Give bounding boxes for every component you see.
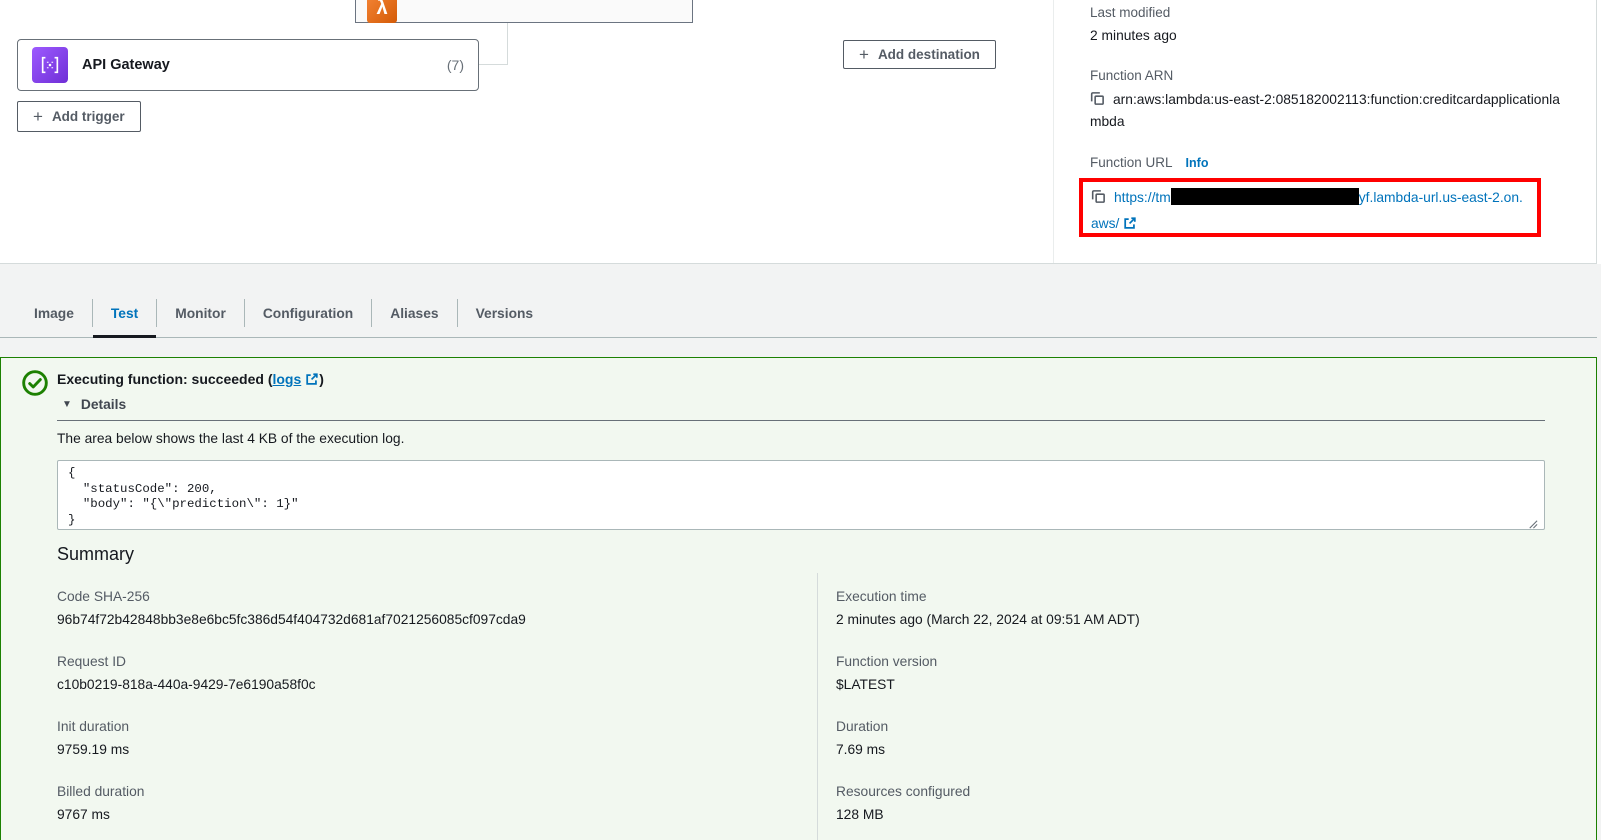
summary-column-divider [817,573,818,840]
field-init-duration: Init duration 9759.19 ms [57,717,757,760]
field-execution-time: Execution time 2 minutes ago (March 22, … [836,587,1536,630]
tab-aliases[interactable]: Aliases [372,289,456,337]
log-description: The area below shows the last 4 KB of th… [57,431,404,446]
function-url-label: Function URL [1090,153,1173,172]
field-value: 7.69 ms [836,740,1536,760]
add-trigger-button[interactable]: + Add trigger [17,101,141,132]
field-value: $LATEST [836,675,1536,695]
tab-configuration[interactable]: Configuration [245,289,371,337]
function-overview-card: λ creditcardapplicationlambda API Gatewa… [0,0,1597,264]
summary-right-column: Execution time 2 minutes ago (March 22, … [836,587,1536,840]
info-link[interactable]: Info [1186,156,1209,170]
field-function-version: Function version $LATEST [836,652,1536,695]
trigger-card-label: API Gateway [82,57,170,73]
flow-connector-vertical [507,23,508,65]
add-destination-button[interactable]: + Add destination [843,40,996,69]
field-label: Duration [836,717,1536,737]
field-value: 128 MB [836,805,1536,825]
active-tab-underline [93,335,156,338]
details-expander[interactable]: ▼ Details [62,397,126,412]
function-arn-row: arn:aws:lambda:us-east-2:085182002113:fu… [1090,89,1566,133]
field-label: Init duration [57,717,757,737]
field-code-sha256: Code SHA-256 96b74f72b42848bb3e8e6bc5fc3… [57,587,757,630]
success-check-icon [21,369,49,402]
flow-connector-horizontal [479,64,508,65]
tab-versions[interactable]: Versions [458,289,552,337]
tab-monitor[interactable]: Monitor [157,289,244,337]
field-label: Request ID [57,652,757,672]
summary-heading: Summary [57,544,134,565]
copy-url-icon[interactable] [1091,189,1106,207]
plus-icon: + [33,108,43,125]
summary-left-column: Code SHA-256 96b74f72b42848bb3e8e6bc5fc3… [57,587,757,840]
field-label: Execution time [836,587,1536,607]
copy-arn-icon[interactable] [1090,91,1105,109]
trigger-count-badge: (7) [447,57,464,73]
add-destination-label: Add destination [878,47,980,62]
plus-icon: + [859,46,869,63]
details-label: Details [81,397,126,412]
function-arn-value: arn:aws:lambda:us-east-2:085182002113:fu… [1090,92,1560,129]
field-label: Function version [836,652,1536,672]
field-value: 96b74f72b42848bb3e8e6bc5fc386d54f404732d… [57,610,757,630]
field-billed-duration: Billed duration 9767 ms [57,782,757,825]
resize-handle-icon[interactable] [1527,516,1538,534]
lambda-console-page: λ creditcardapplicationlambda API Gatewa… [0,0,1601,840]
field-value: c10b0219-818a-440a-9429-7e6190a58f0c [57,675,757,695]
function-tabs: Image Test Monitor Configuration Aliases… [0,289,1597,338]
caret-down-icon: ▼ [62,399,72,410]
field-duration: Duration 7.69 ms [836,717,1536,760]
redaction-bar [1171,188,1359,205]
last-modified-value: 2 minutes ago [1090,25,1177,46]
function-url-link[interactable]: https://tmyf.lambda-url.us-east-2.on.aws… [1091,190,1523,231]
red-highlight-annotation: https://tmyf.lambda-url.us-east-2.on.aws… [1079,178,1541,237]
external-link-icon [1123,213,1137,239]
function-arn-label: Function ARN [1090,66,1173,85]
field-resources-configured: Resources configured 128 MB [836,782,1536,825]
external-link-icon [305,372,319,389]
last-modified-label: Last modified [1090,3,1170,22]
status-suffix: ) [319,371,324,387]
details-divider [57,420,1545,421]
field-label: Resources configured [836,782,1536,802]
field-value: 2 minutes ago (March 22, 2024 at 09:51 A… [836,610,1536,630]
field-request-id: Request ID c10b0219-818a-440a-9429-7e619… [57,652,757,695]
execution-status-text: Executing function: succeeded (logs ) [57,371,324,389]
execution-log-textarea[interactable]: { "statusCode": 200, "body": "{\"predict… [57,460,1545,530]
trigger-card-api-gateway[interactable]: API Gateway (7) [17,39,479,91]
execution-result-panel: Executing function: succeeded (logs ) ▼ … [0,357,1597,840]
field-value: 9767 ms [57,805,757,825]
tab-test-label: Test [111,306,138,321]
function-url-prefix: https://tm [1114,190,1171,205]
logs-link[interactable]: logs [272,371,301,387]
field-label: Code SHA-256 [57,587,757,607]
add-trigger-label: Add trigger [52,109,125,124]
tab-test[interactable]: Test [93,289,156,337]
function-node[interactable]: λ creditcardapplicationlambda [355,0,693,23]
api-gateway-icon [32,47,68,83]
tab-image[interactable]: Image [16,289,92,337]
status-prefix: Executing function: succeeded ( [57,371,272,387]
overview-column-divider [1053,0,1054,263]
lambda-service-icon: λ [367,0,397,23]
field-label: Billed duration [57,782,757,802]
field-value: 9759.19 ms [57,740,757,760]
